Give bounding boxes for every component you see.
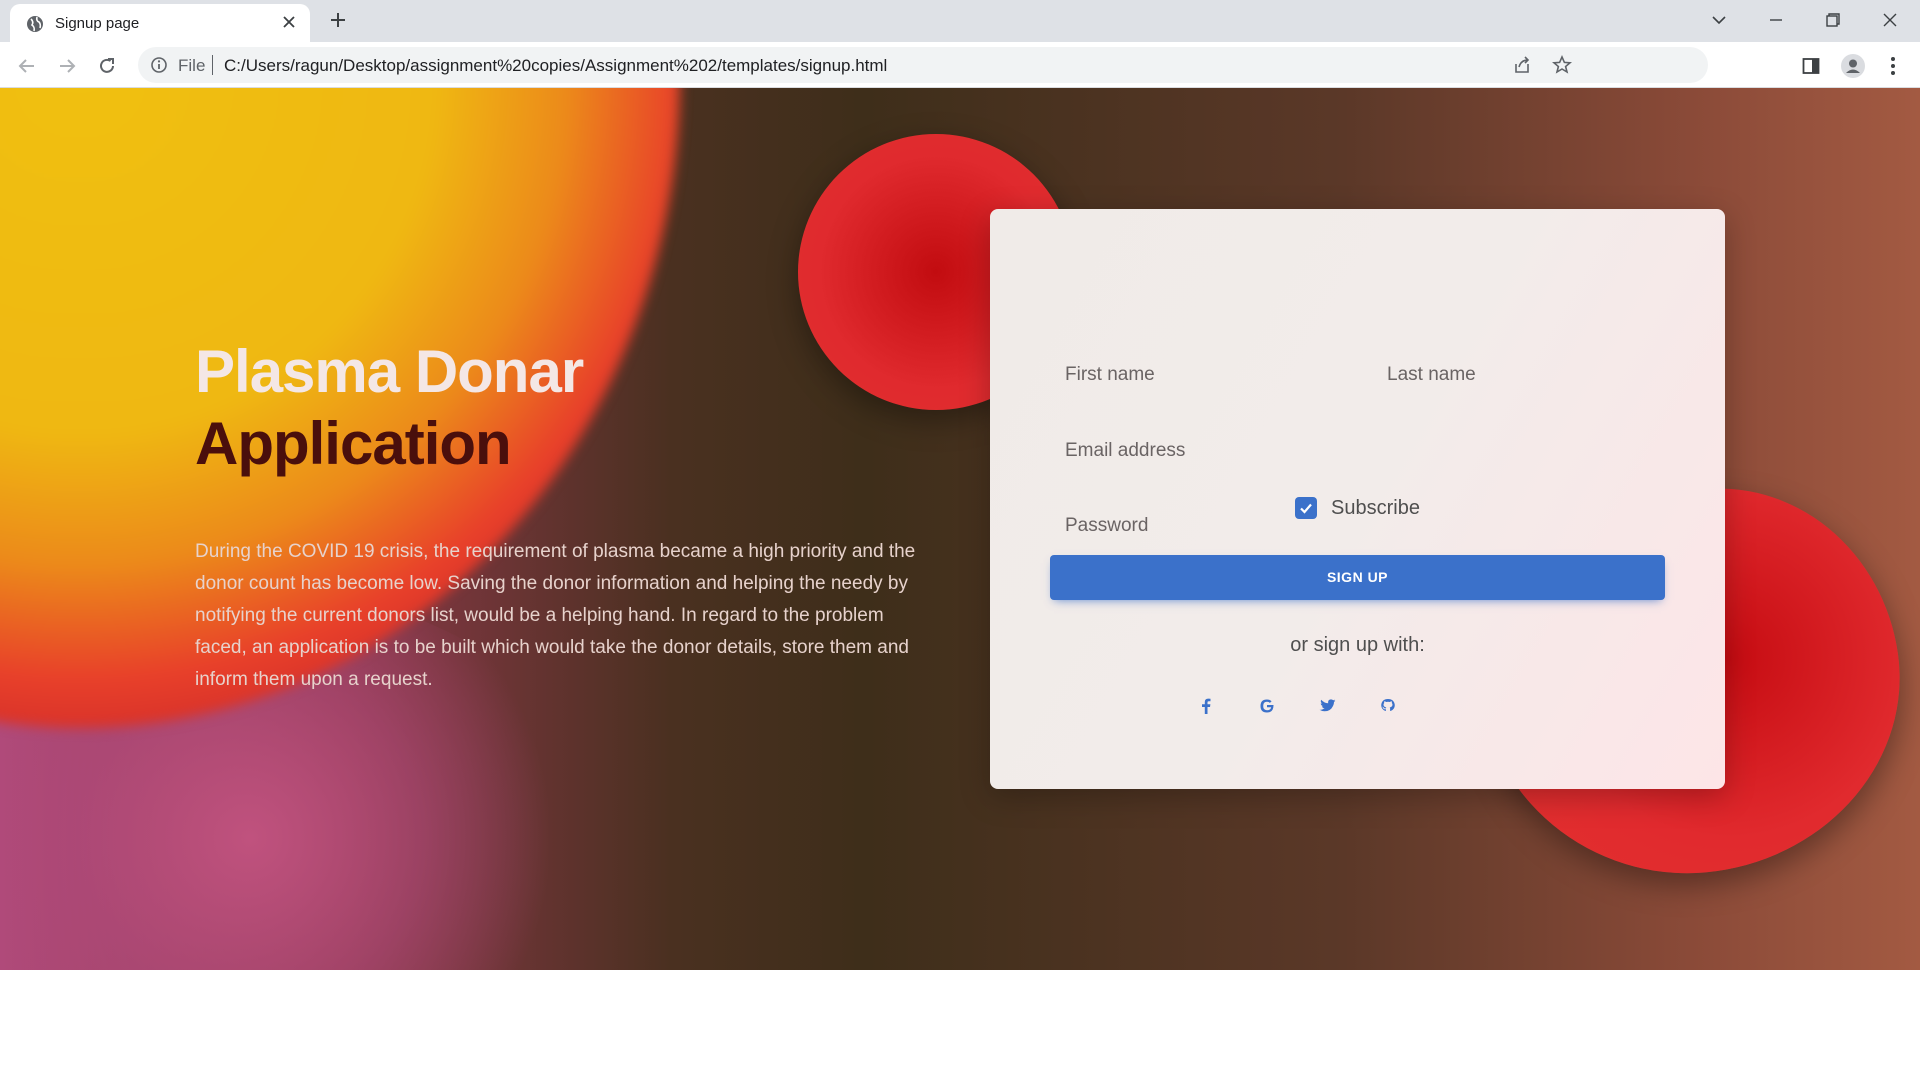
twitter-icon[interactable] xyxy=(1312,691,1342,721)
info-icon[interactable] xyxy=(150,56,168,74)
checkmark-icon xyxy=(1300,503,1312,514)
minimize-icon[interactable] xyxy=(1760,6,1792,34)
page-title: Plasma Donar Application xyxy=(195,336,584,480)
browser-tab-bar: Signup page xyxy=(0,0,1920,42)
globe-icon xyxy=(26,15,44,33)
back-arrow-icon[interactable] xyxy=(13,52,41,80)
browser-tab[interactable]: Signup page xyxy=(10,4,310,42)
restore-icon[interactable] xyxy=(1817,6,1849,34)
signup-button[interactable]: SIGN UP xyxy=(1050,555,1665,600)
close-window-icon[interactable] xyxy=(1874,6,1906,34)
hero-section: Plasma Donar Application During the COVI… xyxy=(0,88,1920,970)
signup-card: First name Last name Email address Passw… xyxy=(990,209,1725,789)
share-icon[interactable] xyxy=(1512,55,1532,75)
first-name-field[interactable]: First name xyxy=(1065,355,1345,395)
hero-description: During the COVID 19 crisis, the requirem… xyxy=(195,541,916,690)
browser-toolbar: File C:/Users/ragun/Desktop/assignment%2… xyxy=(0,42,1920,88)
more-menu-icon[interactable] xyxy=(1881,54,1905,78)
social-signup-prompt: or sign up with: xyxy=(1290,634,1425,656)
subscribe-checkbox[interactable] xyxy=(1295,497,1317,519)
forward-arrow-icon[interactable] xyxy=(53,52,81,80)
first-name-label: First name xyxy=(1065,364,1155,385)
tab-title: Signup page xyxy=(55,15,140,32)
reload-icon[interactable] xyxy=(93,52,121,80)
title-line-2: Application xyxy=(195,410,512,477)
title-line-1: Plasma Donar xyxy=(195,338,584,405)
google-icon[interactable] xyxy=(1252,691,1282,721)
facebook-icon[interactable] xyxy=(1191,691,1221,721)
side-panel-icon[interactable] xyxy=(1799,54,1823,78)
close-tab-icon[interactable] xyxy=(278,12,300,34)
new-tab-icon[interactable] xyxy=(325,8,351,34)
subscribe-label[interactable]: Subscribe xyxy=(1331,497,1420,520)
bookmark-star-icon[interactable] xyxy=(1552,55,1572,75)
last-name-field[interactable]: Last name xyxy=(1387,355,1667,395)
chevron-down-icon[interactable] xyxy=(1703,6,1735,34)
profile-avatar-icon[interactable] xyxy=(1841,54,1865,78)
email-field[interactable]: Email address xyxy=(1065,431,1665,471)
email-label: Email address xyxy=(1065,440,1186,461)
page-viewport: Plasma Donar Application During the COVI… xyxy=(0,88,1920,1080)
address-bar[interactable]: File C:/Users/ragun/Desktop/assignment%2… xyxy=(138,47,1708,83)
url-text[interactable]: C:/Users/ragun/Desktop/assignment%20copi… xyxy=(224,56,887,76)
github-icon[interactable] xyxy=(1373,691,1403,721)
password-label: Password xyxy=(1065,515,1149,536)
last-name-label: Last name xyxy=(1387,364,1476,385)
url-separator xyxy=(212,55,213,75)
url-scheme: File xyxy=(178,56,206,75)
